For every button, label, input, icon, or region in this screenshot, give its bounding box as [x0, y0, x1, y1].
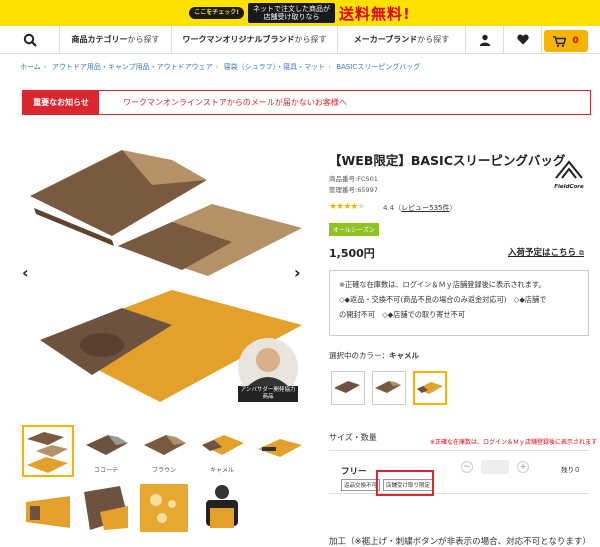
heart-icon [516, 34, 529, 45]
size-quantity-label: サイズ・数量 [329, 433, 377, 442]
thumbnail-image [27, 432, 68, 473]
main-nav: 商品カテゴリー から探す ワークマンオリジナルブランド から探す メーカーブランドか… [0, 25, 600, 54]
thumbnail-1[interactable] [22, 425, 74, 477]
breadcrumb: ホーム › アウトドア用品・キャンプ用品・アウトドアウェア › 寝袋（シュラフ）・寝… [20, 63, 421, 71]
review-link[interactable]: レビュー535件 [401, 204, 449, 212]
promo-banner[interactable]: ここをチェック! ネットで注文した商品が 店舗受け取りなら 送料無料! [0, 0, 600, 26]
notice-info-box: ※正確な在庫数は、ログイン＆Ｍｙ店舗登録後に表示されます。 ◇◆返品・交換不可(… [329, 270, 589, 336]
season-badge: オールシーズン [329, 223, 379, 236]
external-link-icon: ⧉ [578, 249, 584, 257]
thumbnail-9[interactable] [196, 482, 248, 534]
thumb-caption-3: ブラウン [151, 467, 176, 474]
rating-stars: ★★★★★ [329, 202, 365, 212]
breadcrumb-home[interactable]: ホーム [20, 63, 41, 71]
thumbnail-3[interactable]: ブラウン [138, 425, 190, 477]
stock-note: ※正確な在庫数は、ログイン＆Ｍｙ店舗登録後に表示されます [430, 439, 598, 446]
arrival-schedule-link[interactable]: 入荷予定はこちら ⧉ [508, 246, 584, 258]
color-swatch-camel[interactable] [413, 371, 447, 405]
thumbnail-image [258, 439, 302, 457]
prev-image-button[interactable]: ‹ [22, 263, 29, 282]
product-title: 【WEB限定】BASICスリーピングバッグ [329, 153, 566, 168]
next-image-button[interactable]: › [294, 263, 301, 282]
thumbnail-2[interactable]: ココーテ [80, 425, 132, 477]
brand-logo: FieldCore [552, 158, 586, 190]
color-label: 選択中のカラー：キャメル [329, 351, 419, 360]
nav-original-brand[interactable]: ワークマンオリジナルブランド から探す [172, 25, 338, 54]
price: 1,500円 [329, 247, 375, 260]
notice-label: 重要なお知らせ [23, 91, 99, 114]
thumbnail-5[interactable] [254, 425, 306, 477]
search-icon [23, 33, 37, 47]
tag-no-return: 返品交換不可 [341, 479, 381, 491]
thumb-caption-4: キャメル [209, 467, 234, 474]
quantity-increase-button[interactable]: + [517, 461, 529, 473]
banner-free-shipping: 送料無料! [338, 4, 411, 23]
quantity-input[interactable] [481, 460, 509, 474]
rating: 4.4（レビュー535件） [383, 204, 457, 212]
breadcrumb-current[interactable]: BASICスリーピングバッグ [336, 63, 420, 71]
thumbnail-image [84, 486, 128, 530]
banner-check-label: ここをチェック! [189, 7, 244, 19]
size-name: フリー [341, 467, 367, 477]
thumbnail-image [144, 435, 186, 455]
breadcrumb-outdoor[interactable]: アウトドア用品・キャンプ用品・アウトドアウェア [52, 63, 213, 71]
cart-count: 0 [572, 36, 579, 46]
thumbnail-image [206, 485, 238, 528]
fieldcore-logo-icon [555, 160, 583, 179]
sleeping-bags-image [30, 150, 302, 402]
favorite-button[interactable] [504, 25, 542, 54]
product-number: 商品番号:FCS01 [329, 175, 378, 183]
remaining-stock: 残り０ [561, 466, 581, 474]
breadcrumb-sleeping[interactable]: 寝袋（シュラフ）・寝具・マット [224, 63, 326, 71]
chevron-right-icon: › [294, 263, 301, 282]
thumbnail-image [202, 435, 244, 455]
manage-number: 管理番号:65997 [329, 186, 378, 194]
thumbnail-6[interactable] [22, 482, 74, 534]
thumbnail-7[interactable] [80, 482, 132, 534]
thumb-caption-2: ココーテ [93, 467, 118, 474]
ambassador-badge: アンバサダー開発協力商品 [238, 386, 298, 402]
color-swatch-brown[interactable] [372, 371, 406, 405]
color-swatch-cocoate[interactable] [331, 371, 365, 405]
nav-maker-brand[interactable]: メーカーブランド から探す [338, 25, 466, 54]
thumbnail-image [26, 496, 70, 528]
account-button[interactable] [466, 25, 504, 54]
important-notice[interactable]: 重要なお知らせ ワークマンオンラインストアからのメールが届かないお客様へ [22, 90, 591, 115]
cart-button[interactable]: 0 [544, 30, 588, 52]
processing-label: 加工（※裾上げ・刺繍ボタンが非表示の場合、対応不可となります） [329, 537, 591, 547]
notice-link[interactable]: ワークマンオンラインストアからのメールが届かないお客様へ [123, 97, 347, 108]
user-icon [479, 34, 490, 46]
thumbnail-image [86, 435, 128, 455]
cart-icon [553, 35, 567, 47]
quantity-decrease-button[interactable]: − [461, 461, 473, 473]
thumbnail-8[interactable] [138, 482, 190, 534]
chevron-left-icon: ‹ [22, 263, 29, 282]
size-row: フリー 返品交換不可 店舗受け取り限定 − + 残り０ [329, 450, 589, 494]
search-button[interactable] [0, 25, 60, 54]
highlight-box [376, 470, 434, 496]
nav-category[interactable]: 商品カテゴリー から探す [60, 25, 172, 54]
thumbnail-image [140, 484, 188, 532]
banner-middle-text: ネットで注文した商品が 店舗受け取りなら [247, 3, 335, 23]
main-product-image: アンバサダー開発協力商品 [22, 140, 318, 410]
thumbnail-4[interactable]: キャメル [196, 425, 248, 477]
